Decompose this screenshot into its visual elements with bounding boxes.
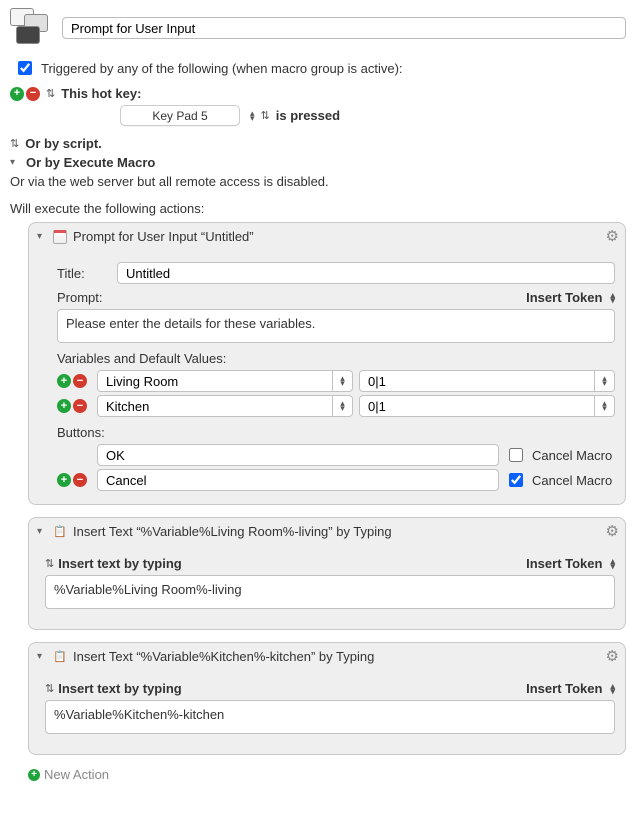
macro-icon <box>10 8 54 48</box>
action-prompt-for-input: ▾ Prompt for User Input “Untitled” ⚙ Tit… <box>28 222 626 505</box>
trigger-execute: Or by Execute Macro <box>26 155 155 170</box>
chevron-down-icon[interactable]: ▴▾ <box>595 395 615 417</box>
vars-label: Variables and Default Values: <box>57 351 615 366</box>
var-name-combo[interactable]: ▴▾ <box>97 370 353 392</box>
insert-mode-stepper[interactable]: ⇅ <box>45 557 54 570</box>
prompt-label: Prompt: <box>57 290 103 305</box>
action1-disclose[interactable]: ▾ <box>37 231 47 242</box>
cancel-macro-checkbox[interactable] <box>509 448 523 462</box>
cancel-macro-checkbox[interactable] <box>509 473 523 487</box>
button-name-input[interactable] <box>97 444 499 466</box>
var-name-combo[interactable]: ▴▾ <box>97 395 353 417</box>
remove-button[interactable]: − <box>73 473 87 487</box>
insert-mode-stepper[interactable]: ⇅ <box>45 682 54 695</box>
add-icon: + <box>28 769 40 781</box>
action1-gear-icon[interactable]: ⚙ <box>606 227 619 245</box>
buttons-label: Buttons: <box>57 425 615 440</box>
clipboard-icon: 📋 <box>53 650 67 664</box>
chevron-down-icon: ▴▾ <box>610 684 615 694</box>
action3-disclose[interactable]: ▾ <box>37 651 47 662</box>
will-execute-label: Will execute the following actions: <box>10 201 626 216</box>
button-name-input[interactable] <box>97 469 499 491</box>
title-label: Title: <box>57 266 107 281</box>
action2-gear-icon[interactable]: ⚙ <box>606 522 619 540</box>
new-action-button[interactable]: + New Action <box>28 767 626 782</box>
hotkey-is-pressed: is pressed <box>276 108 340 123</box>
action3-title: Insert Text “%Variable%Kitchen%-kitchen”… <box>73 649 374 664</box>
triggers-enabled-checkbox[interactable] <box>18 61 32 75</box>
insert-token-button[interactable]: Insert Token ▴▾ <box>526 290 615 305</box>
remove-var-button[interactable]: − <box>73 374 87 388</box>
trigger-web: Or via the web server but all remote acc… <box>10 174 329 189</box>
insert-token-button[interactable]: Insert Token ▴▾ <box>526 556 615 571</box>
title-input[interactable] <box>117 262 615 284</box>
chevron-down-icon[interactable]: ▴▾ <box>595 370 615 392</box>
action2-disclose[interactable]: ▾ <box>37 526 47 537</box>
prompt-textarea[interactable]: Please enter the details for these varia… <box>57 309 615 343</box>
trigger-execute-disclose[interactable]: ▾ <box>10 157 20 168</box>
insert-token-button[interactable]: Insert Token ▴▾ <box>526 681 615 696</box>
insert-text-textarea[interactable]: %Variable%Living Room%-living <box>45 575 615 609</box>
chevron-down-icon: ▴▾ <box>610 559 615 569</box>
trigger-script: Or by script. <box>25 136 102 151</box>
cancel-macro-row[interactable]: Cancel Macro <box>505 470 615 490</box>
add-trigger-button[interactable]: + <box>10 87 24 101</box>
add-var-button[interactable]: + <box>57 374 71 388</box>
remove-trigger-button[interactable]: − <box>26 87 40 101</box>
add-button[interactable]: + <box>57 473 71 487</box>
hotkey-selector[interactable]: Key Pad 5 <box>120 105 240 126</box>
trigger-hotkey-label: This hot key: <box>61 86 141 101</box>
var-default-combo[interactable]: ▴▾ <box>359 370 615 392</box>
insert-text-textarea[interactable]: %Variable%Kitchen%-kitchen <box>45 700 615 734</box>
trigger-script-stepper[interactable]: ⇅ <box>10 137 19 150</box>
action2-title: Insert Text “%Variable%Living Room%-livi… <box>73 524 392 539</box>
insert-mode-label: Insert text by typing <box>58 556 182 571</box>
insert-mode-label: Insert text by typing <box>58 681 182 696</box>
chevron-down-icon: ▴▾ <box>610 293 615 303</box>
form-icon <box>53 230 67 244</box>
chevron-down-icon[interactable]: ▴▾ <box>333 395 353 417</box>
macro-name-input[interactable] <box>62 17 626 39</box>
clipboard-icon: 📋 <box>53 525 67 539</box>
chevron-down-icon[interactable]: ▴▾ <box>333 370 353 392</box>
action-insert-text-kitchen: ▾ 📋 Insert Text “%Variable%Kitchen%-kitc… <box>28 642 626 755</box>
action3-gear-icon[interactable]: ⚙ <box>606 647 619 665</box>
trigger-heading: Triggered by any of the following (when … <box>41 61 403 76</box>
action-insert-text-living: ▾ 📋 Insert Text “%Variable%Living Room%-… <box>28 517 626 630</box>
action1-title: Prompt for User Input “Untitled” <box>73 229 254 244</box>
add-var-button[interactable]: + <box>57 399 71 413</box>
remove-var-button[interactable]: − <box>73 399 87 413</box>
var-default-combo[interactable]: ▴▾ <box>359 395 615 417</box>
cancel-macro-row[interactable]: Cancel Macro <box>505 445 615 465</box>
trigger-type-stepper[interactable]: ⇅ <box>46 87 55 100</box>
hotkey-mode-stepper[interactable]: ⇅ <box>261 109 270 122</box>
hotkey-dropdown-icon[interactable]: ▴▾ <box>250 111 255 121</box>
